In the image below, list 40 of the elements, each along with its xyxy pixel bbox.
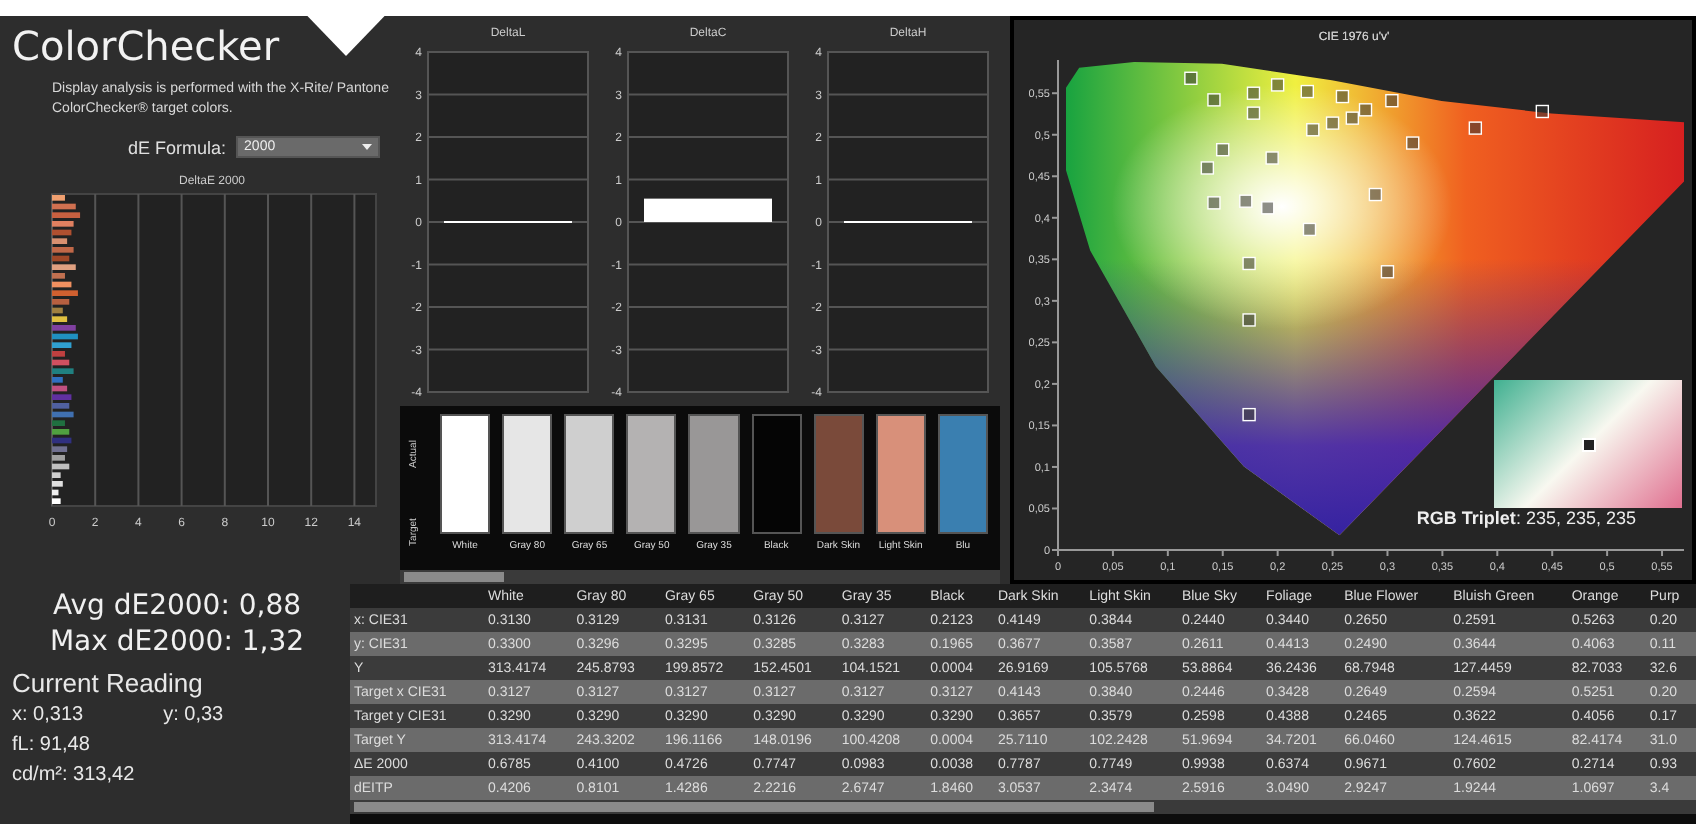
marker [1261, 201, 1275, 215]
marker [1200, 161, 1215, 175]
marker [1270, 78, 1285, 92]
marker [1246, 106, 1261, 120]
scrollbar[interactable] [350, 800, 1696, 814]
caret-icon [362, 144, 373, 150]
marker [1246, 86, 1261, 100]
marker [1242, 313, 1256, 327]
bar [644, 198, 772, 222]
y-reading: y: 0,33 [163, 702, 224, 730]
marker [1302, 222, 1317, 237]
page-title: ColorChecker [12, 20, 280, 72]
marker [1368, 187, 1383, 202]
scrollbar[interactable] [400, 570, 1000, 584]
stat-text: Avg dE2000: 0,88 [50, 588, 304, 624]
luminance-reading: cd/m²: 313,42 [12, 762, 137, 790]
marker [1581, 437, 1595, 451]
stat-text: Max dE2000: 1,32 [47, 624, 307, 660]
x-reading: x: 0,313 [12, 702, 84, 730]
marker [1207, 196, 1221, 210]
marker [1207, 93, 1221, 107]
marker [1385, 94, 1399, 108]
marker [1380, 265, 1395, 279]
marker [1335, 89, 1350, 104]
marker [1239, 194, 1253, 208]
fl-reading: fL: 91,48 [12, 732, 92, 760]
marker [1184, 71, 1198, 85]
rgb-triplet-text: RGB Triplet: 235, 235, 235 [1416, 508, 1636, 528]
formula-label: dE Formula: [128, 137, 227, 157]
marker [1216, 143, 1230, 157]
marker [1242, 256, 1256, 271]
marker [1265, 151, 1279, 165]
marker [1300, 84, 1314, 99]
marker [1406, 136, 1420, 150]
marker [1242, 407, 1256, 422]
marker [1306, 123, 1320, 137]
reading-title: Current Reading [12, 666, 205, 700]
marker [1468, 121, 1483, 135]
marker [1535, 104, 1550, 119]
marker [1325, 116, 1340, 130]
